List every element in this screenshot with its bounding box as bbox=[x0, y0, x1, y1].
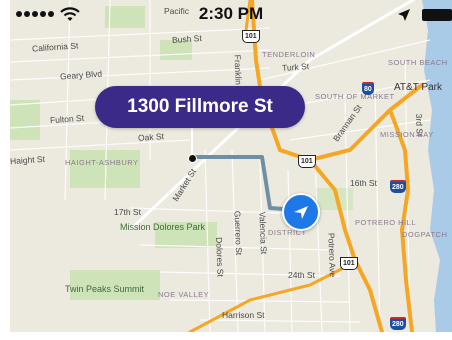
street-label: Turk St bbox=[281, 61, 310, 73]
park-area bbox=[105, 6, 145, 28]
park-area bbox=[10, 100, 40, 140]
street-label: 16th St bbox=[350, 178, 377, 188]
highway-shield: 280 bbox=[390, 180, 406, 193]
area-label: POTRERO HILL bbox=[355, 218, 417, 227]
street-label: 24th St bbox=[288, 270, 315, 280]
area-label: DOGPATCH bbox=[402, 230, 448, 239]
highway-shield: 280 bbox=[390, 317, 406, 330]
street-label: Pacific bbox=[164, 6, 190, 16]
poi-label: AT&T Park bbox=[394, 82, 442, 93]
map-view[interactable]: California St Geary Blvd Fulton St Oak S… bbox=[10, 0, 452, 332]
street-label: 17th St bbox=[114, 207, 141, 217]
address-callout[interactable]: 1300 Fillmore St bbox=[95, 86, 305, 128]
highway-shield: 101 bbox=[298, 155, 316, 168]
callout-stem bbox=[191, 128, 193, 156]
area-label: TENDERLOIN bbox=[262, 50, 316, 59]
area-label: HAIGHT-ASHBURY bbox=[65, 158, 139, 167]
navigation-arrow-icon bbox=[294, 206, 308, 219]
area-label: SOUTH OF MARKET bbox=[315, 92, 395, 101]
poi-label: Mission Dolores Park bbox=[120, 222, 206, 232]
street-label: Potrero Ave bbox=[326, 232, 338, 278]
bay-water bbox=[422, 0, 452, 332]
highway-shield: 101 bbox=[242, 30, 260, 43]
street-label: Harrison St bbox=[222, 310, 265, 320]
highway-shield: 80 bbox=[362, 82, 374, 95]
highway-shield: 101 bbox=[340, 257, 358, 270]
route-line bbox=[192, 155, 299, 212]
navigate-button[interactable] bbox=[282, 193, 320, 231]
street-label: Bush St bbox=[171, 32, 203, 46]
street-label: Guerrero St bbox=[232, 210, 244, 256]
area-label: SOUTH BEACH bbox=[388, 58, 448, 67]
area-label: MISSION BAY bbox=[380, 130, 434, 139]
street-label: Dolores St bbox=[214, 236, 226, 278]
street-label: Oak St bbox=[137, 131, 165, 143]
destination-pin[interactable] bbox=[188, 154, 197, 163]
area-label: NOE VALLEY bbox=[158, 290, 210, 299]
poi-label: Twin Peaks Summit bbox=[65, 284, 145, 294]
